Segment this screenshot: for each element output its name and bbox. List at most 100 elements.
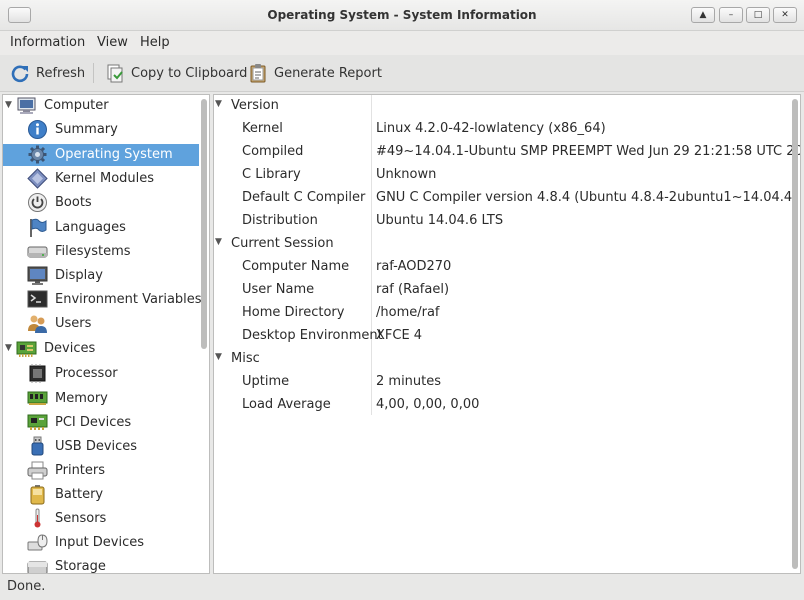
menu-view[interactable]: View [97,35,128,50]
sidebar-group-computer[interactable]: ▼ Computer [3,95,199,117]
detail-value: raf-AOD270 [376,259,452,274]
sidebar-group-devices[interactable]: ▼ Devices [3,338,199,360]
refresh-label: Refresh [36,65,86,81]
sidebar-item-kernel-modules[interactable]: Kernel Modules [3,168,199,190]
expander-arrow-icon[interactable]: ▼ [215,352,222,362]
info-icon [27,119,48,140]
detail-row[interactable]: Desktop Environment XFCE 4 [214,325,784,348]
detail-key: Default C Compiler [242,190,366,205]
status-bar: Done. [0,576,804,600]
detail-row[interactable]: User Name raf (Rafael) [214,279,784,302]
sidebar-item-label: Sensors [55,511,107,526]
detail-row[interactable]: Home Directory /home/raf [214,302,784,325]
sidebar-item-label: Memory [55,391,108,406]
close-button[interactable]: ✕ [773,7,797,23]
detail-row[interactable]: Computer Name raf-AOD270 [214,256,784,279]
details-pane[interactable]: ▼ Version Kernel Linux 4.2.0-42-lowlaten… [213,94,801,574]
detail-value: XFCE 4 [376,328,423,343]
sidebar-item-filesystems[interactable]: Filesystems [3,241,199,263]
sidebar-item-sensors[interactable]: Sensors [3,508,199,530]
sidebar-item-label: USB Devices [55,439,138,454]
section-header-version[interactable]: ▼ Version [214,95,784,118]
detail-value: #49~14.04.1-Ubuntu SMP PREEMPT Wed Jun 2… [376,144,801,159]
kernel-module-icon [27,168,48,189]
detail-key: Kernel [242,121,283,136]
section-header-current-session[interactable]: ▼ Current Session [214,233,784,256]
detail-key: Compiled [242,144,304,159]
maximize-button[interactable]: □ [746,7,770,23]
sidebar-scrollbar[interactable] [201,99,207,349]
sidebar-item-label: Users [55,316,92,331]
sidebar-item-usb-devices[interactable]: USB Devices [3,436,199,458]
printer-icon [27,460,48,481]
sidebar-item-users[interactable]: Users [3,313,199,335]
sidebar-item-label: Summary [55,122,118,137]
details-scrollbar[interactable] [792,99,798,569]
detail-row[interactable]: Load Average 4,00, 0,00, 0,00 [214,394,784,417]
refresh-button[interactable]: Refresh [9,61,85,85]
sidebar-item-label: Languages [55,220,126,235]
sidebar-item-battery[interactable]: Battery [3,484,199,506]
detail-row[interactable]: Distribution Ubuntu 14.04.6 LTS [214,210,784,233]
sidebar-item-label: Operating System [55,147,173,162]
detail-row[interactable]: C Library Unknown [214,164,784,187]
menu-information[interactable]: Information [10,35,85,50]
sidebar-item-printers[interactable]: Printers [3,460,199,482]
toolbar-separator [93,63,94,83]
detail-value: raf (Rafael) [376,282,450,297]
power-icon [27,192,48,213]
sidebar-item-label: Filesystems [55,244,131,259]
detail-key: C Library [242,167,301,182]
sidebar-item-input-devices[interactable]: Input Devices [3,532,199,554]
sidebar-item-languages[interactable]: Languages [3,217,199,239]
detail-key: User Name [242,282,315,297]
section-title: Version [231,98,279,113]
section-title: Misc [231,351,260,366]
devices-icon [16,338,37,359]
sidebar-item-label: Kernel Modules [55,171,155,186]
terminal-icon [27,289,48,310]
copy-to-clipboard-button[interactable]: Copy to Clipboard [104,61,247,85]
report-icon [247,62,269,84]
generate-report-button[interactable]: Generate Report [247,61,382,85]
sidebar-item-storage[interactable]: Storage [3,556,199,573]
storage-icon [27,556,48,573]
memory-icon [27,388,48,409]
detail-key: Load Average [242,397,331,412]
minimize-button[interactable]: – [719,7,743,23]
expander-arrow-icon[interactable]: ▼ [5,343,12,353]
expander-arrow-icon[interactable]: ▼ [215,237,222,247]
pci-card-icon [27,412,48,433]
sidebar-item-summary[interactable]: Summary [3,119,199,141]
detail-key: Home Directory [242,305,345,320]
usb-icon [27,436,48,457]
section-header-misc[interactable]: ▼ Misc [214,348,784,371]
expander-arrow-icon[interactable]: ▼ [5,100,12,110]
sidebar-item-memory[interactable]: Memory [3,388,199,410]
sidebar-item-display[interactable]: Display [3,265,199,287]
sidebar-item-boots[interactable]: Boots [3,192,199,214]
sidebar-item-pci-devices[interactable]: PCI Devices [3,412,199,434]
detail-row[interactable]: Compiled #49~14.04.1-Ubuntu SMP PREEMPT … [214,141,800,164]
detail-row[interactable]: Kernel Linux 4.2.0-42-lowlatency (x86_64… [214,118,784,141]
sidebar-item-processor[interactable]: Processor [3,363,199,385]
expander-arrow-icon[interactable]: ▼ [215,99,222,109]
thermometer-icon [27,508,48,529]
sidebar-item-label: Computer [44,98,109,113]
computer-icon [16,95,37,116]
sidebar-tree[interactable]: ▼ Computer Summary Operating System Kern… [2,94,210,574]
shade-button[interactable]: ▲ [691,7,715,23]
toolbar: Refresh Copy to Clipboard Generate Repor… [0,55,804,92]
sidebar-item-environment-variables[interactable]: Environment Variables [3,289,202,311]
sidebar-item-label: Battery [55,487,104,502]
sidebar-item-operating-system[interactable]: Operating System [3,144,199,166]
detail-row[interactable]: Uptime 2 minutes [214,371,784,394]
detail-row[interactable]: Default C Compiler GNU C Compiler versio… [214,187,797,210]
title-bar: Operating System - System Information ▲ … [0,0,804,31]
cpu-icon [27,363,48,384]
detail-value: 2 minutes [376,374,442,389]
battery-icon [27,484,48,505]
detail-key: Desktop Environment [242,328,383,343]
menu-help[interactable]: Help [140,35,170,50]
detail-value: 4,00, 0,00, 0,00 [376,397,480,412]
